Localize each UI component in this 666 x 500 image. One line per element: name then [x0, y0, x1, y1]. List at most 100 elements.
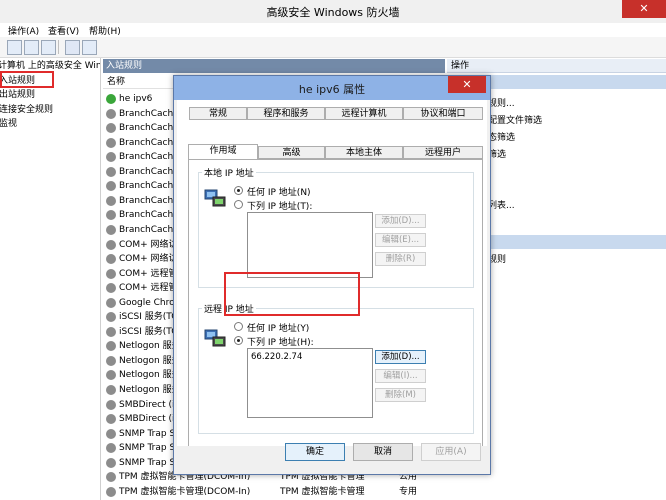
tab-programs-services[interactable]: 程序和服务 — [247, 107, 325, 120]
tab-local-principals[interactable]: 本地主体 — [325, 146, 403, 159]
rule-disabled-icon — [106, 312, 116, 323]
rule-enabled-icon — [106, 94, 116, 104]
dialog-titlebar: he ipv6 属性 ✕ — [174, 76, 490, 100]
rule-name: BranchCache — [119, 210, 179, 221]
menu-view[interactable]: 查看(V) — [48, 24, 79, 37]
help-icon[interactable] — [65, 40, 80, 55]
tab-advanced[interactable]: 高级 — [258, 146, 325, 159]
rule-disabled-icon — [106, 137, 116, 148]
rule-name: BranchCache — [119, 181, 179, 192]
rule-name: SNMP Trap S — [119, 457, 176, 468]
window-close-button[interactable]: ✕ — [622, 0, 666, 18]
local-add-button[interactable]: 添加(D)... — [375, 214, 426, 228]
rule-disabled-icon — [106, 355, 116, 366]
rule-name: BranchCache — [119, 152, 179, 163]
tab-scope[interactable]: 作用域 — [188, 144, 258, 160]
rule-disabled-icon — [106, 326, 116, 337]
remote-any-ip-label: 任何 IP 地址(Y) — [247, 324, 310, 334]
tab-protocols-ports[interactable]: 协议和端口 — [403, 107, 483, 120]
menu-help[interactable]: 帮助(H) — [89, 24, 121, 37]
rule-group: TPM 虚拟智能卡管理 — [280, 486, 365, 497]
window-titlebar: 高级安全 Windows 防火墙 ✕ — [0, 0, 666, 24]
menubar: 操作(A) 查看(V) 帮助(H) — [0, 23, 666, 37]
back-icon[interactable] — [7, 40, 22, 55]
rule-name: Netlogon 服务 — [119, 355, 181, 366]
local-ip-list[interactable] — [247, 212, 373, 278]
remote-add-button[interactable]: 添加(D)... — [375, 350, 426, 364]
rule-disabled-icon — [106, 486, 116, 497]
rule-disabled-icon — [106, 457, 116, 468]
rule-disabled-icon — [106, 399, 116, 410]
rule-disabled-icon — [106, 443, 116, 454]
remote-ip-entry[interactable]: 66.220.2.74 — [251, 352, 302, 362]
navigation-tree: 计算机 上的高级安全 Win 入站规则 出站规则 连接安全规则 监视 — [0, 58, 101, 500]
tab-remote-computers[interactable]: 远程计算机 — [325, 107, 403, 120]
console-icon[interactable] — [82, 40, 97, 55]
cancel-button[interactable]: 取消 — [353, 443, 413, 461]
tab-general[interactable]: 常规 — [189, 107, 247, 120]
rule-disabled-icon — [106, 370, 116, 381]
dialog-close-button[interactable]: ✕ — [448, 76, 486, 93]
toolbar — [0, 37, 666, 58]
rule-profile: 专用 — [399, 486, 418, 497]
rule-name: SMBDirect (iV — [119, 414, 181, 425]
rule-disabled-icon — [106, 341, 116, 352]
rule-disabled-icon — [106, 428, 116, 439]
rule-name: SNMP Trap S — [119, 443, 176, 454]
menu-action[interactable]: 操作(A) — [8, 24, 39, 37]
rule-disabled-icon — [106, 195, 116, 206]
rule-name: he ipv6 — [119, 94, 153, 104]
rule-disabled-icon — [106, 181, 116, 192]
rule-name: COM+ 远程管 — [119, 283, 178, 294]
tree-item-outbound-rules[interactable]: 出站规则 — [0, 88, 35, 102]
local-these-ip-radio[interactable] — [234, 200, 243, 209]
remote-remove-button[interactable]: 删除(M) — [375, 388, 426, 402]
window-title: 高级安全 Windows 防火墙 — [266, 6, 400, 19]
rule-disabled-icon — [106, 166, 116, 177]
rule-name: Google Chron — [119, 297, 181, 308]
ok-button[interactable]: 确定 — [285, 443, 345, 461]
properties-icon[interactable] — [41, 40, 56, 55]
rule-name: TPM 虚拟智能卡管理(DCOM-In) — [119, 486, 251, 497]
computer-network-icon — [204, 329, 226, 347]
action-export-list[interactable]: 列表... — [488, 198, 515, 211]
table-row[interactable]: TPM 虚拟智能卡管理(DCOM-In) TPM 虚拟智能卡管理 专用 — [103, 485, 445, 500]
action-new-rule[interactable]: 规则... — [488, 96, 515, 109]
rule-name: SNMP Trap S — [119, 428, 176, 439]
rule-disabled-icon — [106, 268, 116, 279]
rule-disabled-icon — [106, 210, 116, 221]
toolbar-separator — [58, 40, 59, 54]
computer-network-icon — [204, 189, 226, 207]
action-filter-state[interactable]: 态筛选 — [488, 130, 515, 143]
local-remove-button[interactable]: 删除(R) — [375, 252, 426, 266]
rule-name: COM+ 远程管 — [119, 268, 178, 279]
rule-name: BranchCache — [119, 123, 179, 134]
action-filter-profile[interactable]: 配置文件筛选 — [488, 113, 542, 126]
rule-name: SMBDirect (iV — [119, 399, 181, 410]
remote-these-ip-radio[interactable] — [234, 336, 243, 345]
tab-remote-users[interactable]: 远程用户 — [403, 146, 483, 159]
tree-item-connection-security[interactable]: 连接安全规则 — [0, 103, 53, 117]
rule-disabled-icon — [106, 472, 116, 483]
local-edit-button[interactable]: 编辑(E)... — [375, 233, 426, 247]
rule-name: BranchCache — [119, 195, 179, 206]
show-tree-icon[interactable] — [24, 40, 39, 55]
local-any-ip-radio[interactable] — [234, 186, 243, 195]
rule-disabled-icon — [106, 239, 116, 250]
remote-edit-button[interactable]: 编辑(I)... — [375, 369, 426, 383]
apply-button[interactable]: 应用(A) — [421, 443, 481, 461]
tree-item-monitoring[interactable]: 监视 — [0, 117, 17, 131]
remote-ip-list[interactable]: 66.220.2.74 — [247, 348, 373, 418]
rule-name: COM+ 网络访 — [119, 254, 178, 265]
remote-any-ip-radio[interactable] — [234, 322, 243, 331]
rule-name: COM+ 网络访 — [119, 239, 178, 250]
local-these-ip-label: 下列 IP 地址(T): — [247, 202, 313, 212]
dialog-button-bar: 确定 取消 应用(A) — [177, 443, 487, 472]
rule-name: Netlogon 服务 — [119, 370, 181, 381]
rule-disabled-icon — [106, 385, 116, 395]
rule-disabled-icon — [106, 108, 116, 119]
rule-name: Netlogon 服务 — [119, 385, 181, 395]
rule-disabled-icon — [106, 152, 116, 163]
highlight-remote-ip — [224, 272, 360, 316]
middle-pane-header: 入站规则 — [103, 59, 445, 73]
